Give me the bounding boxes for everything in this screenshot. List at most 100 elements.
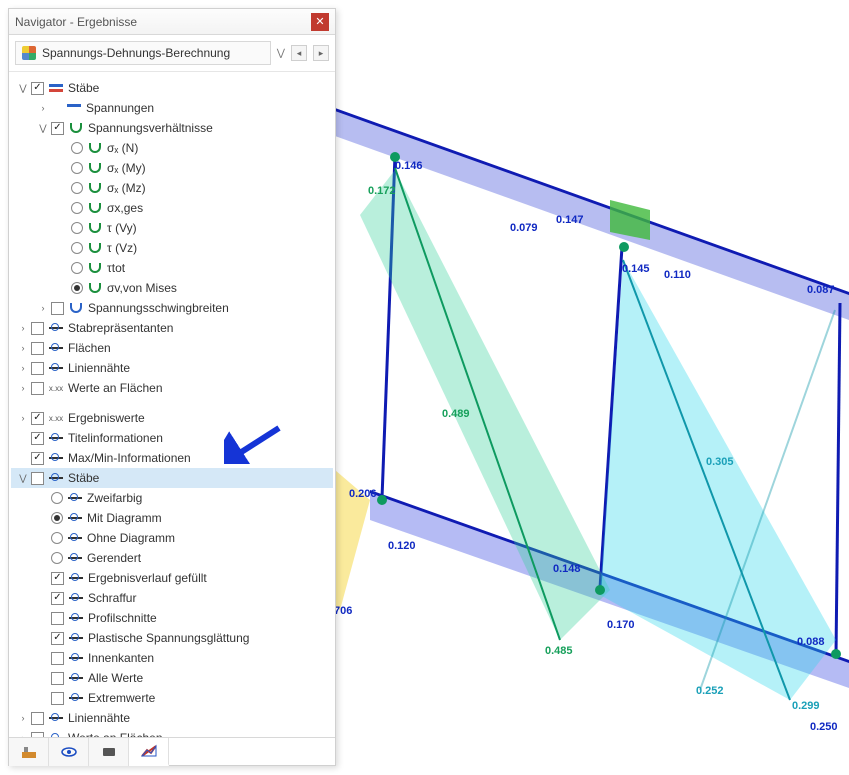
chevron-down-icon[interactable]: ⋁ <box>17 83 29 94</box>
checkbox[interactable] <box>31 412 44 425</box>
radio[interactable] <box>71 162 83 174</box>
result-value-label: 0.148 <box>553 563 581 575</box>
ratio-icon <box>68 121 84 135</box>
radio[interactable] <box>71 222 83 234</box>
checkbox[interactable] <box>51 122 64 135</box>
chevron-right-icon[interactable]: › <box>17 323 29 333</box>
checkbox[interactable] <box>51 592 64 605</box>
dropdown-caret-icon[interactable]: ⋁ <box>277 48 285 59</box>
tree-item-label: Ergebniswerte <box>68 411 333 425</box>
radio[interactable] <box>51 532 63 544</box>
radio[interactable] <box>71 202 83 214</box>
radio[interactable] <box>51 492 63 504</box>
radio[interactable] <box>71 142 83 154</box>
tree-item[interactable]: Alle Werte <box>11 668 333 688</box>
tree-item[interactable]: σx,ges <box>11 198 333 218</box>
tree-item[interactable]: τtot <box>11 258 333 278</box>
result-tree[interactable]: ⋁Stäbe›Spannungen⋁Spannungsverhältnisseσ… <box>9 72 335 737</box>
panel-close-button[interactable]: ✕ <box>311 13 329 31</box>
radio[interactable] <box>51 512 63 524</box>
tree-item-label: Spannungen <box>86 101 333 115</box>
chevron-right-icon[interactable]: › <box>17 413 29 423</box>
chevron-right-icon[interactable]: › <box>17 363 29 373</box>
tree-item[interactable]: Ohne Diagramm <box>11 528 333 548</box>
tree-item[interactable]: › Liniennähte <box>11 708 333 728</box>
radio[interactable] <box>71 182 83 194</box>
tree-item-label: σv,von Mises <box>107 281 333 295</box>
tree-item[interactable]: Mit Diagramm <box>11 508 333 528</box>
result-u-icon <box>87 141 103 155</box>
tree-item[interactable]: ›x.xxWerte an Flächen <box>11 378 333 398</box>
chevron-right-icon[interactable]: › <box>17 343 29 353</box>
radio[interactable] <box>71 242 83 254</box>
tree-item[interactable]: σv,von Mises <box>11 278 333 298</box>
chevron-right-icon[interactable]: › <box>17 383 29 393</box>
chevron-right-icon[interactable]: › <box>17 713 29 723</box>
checkbox[interactable] <box>31 362 44 375</box>
radio[interactable] <box>71 282 83 294</box>
next-button[interactable]: ▸ <box>313 45 329 61</box>
tree-item[interactable]: Max/Min-Informationen <box>11 448 333 468</box>
radio[interactable] <box>51 552 63 564</box>
checkbox[interactable] <box>51 672 64 685</box>
radio[interactable] <box>71 262 83 274</box>
tree-item[interactable]: σₓ (My) <box>11 158 333 178</box>
tree-item[interactable]: ⋁Stäbe <box>11 468 333 488</box>
chevron-down-icon[interactable]: ⋁ <box>17 473 29 484</box>
calc-type-dropdown[interactable]: Spannungs-Dehnungs-Berechnung <box>15 41 271 65</box>
tab-views-icon[interactable] <box>89 738 129 766</box>
checkbox[interactable] <box>31 472 44 485</box>
tree-item[interactable]: ›Werte an Flächen <box>11 728 333 737</box>
result-value-label: 0.146 <box>395 160 423 172</box>
tree-item[interactable]: Extremwerte <box>11 688 333 708</box>
checkbox[interactable] <box>31 432 44 445</box>
checkbox[interactable] <box>31 452 44 465</box>
checkbox[interactable] <box>31 382 44 395</box>
tree-item[interactable]: ⋁Stäbe <box>11 78 333 98</box>
checkbox[interactable] <box>51 692 64 705</box>
tree-item[interactable]: Schraffur <box>11 588 333 608</box>
checkbox[interactable] <box>31 82 44 95</box>
chevron-right-icon[interactable]: › <box>37 103 49 113</box>
checkbox[interactable] <box>51 572 64 585</box>
display-icon <box>67 531 83 545</box>
tree-item[interactable]: ›x.xxErgebniswerte <box>11 408 333 428</box>
tree-item[interactable]: ›Stabrepräsentanten <box>11 318 333 338</box>
checkbox[interactable] <box>51 302 64 315</box>
tree-item[interactable]: ⋁Spannungsverhältnisse <box>11 118 333 138</box>
display-icon <box>68 671 84 685</box>
tree-item[interactable]: Innenkanten <box>11 648 333 668</box>
tree-item[interactable]: σₓ (N) <box>11 138 333 158</box>
tree-item[interactable]: Zweifarbig <box>11 488 333 508</box>
tree-item-label: Liniennähte <box>68 711 333 725</box>
result-value-label: 706 <box>334 605 352 617</box>
tree-item[interactable]: › Spannungen <box>11 98 333 118</box>
checkbox[interactable] <box>31 322 44 335</box>
checkbox[interactable] <box>31 342 44 355</box>
tab-project-icon[interactable] <box>9 738 49 766</box>
tree-item[interactable]: Plastische Spannungsglättung <box>11 628 333 648</box>
display-icon <box>48 711 64 725</box>
tab-results-icon[interactable] <box>129 738 169 766</box>
checkbox[interactable] <box>51 652 64 665</box>
tree-item[interactable]: Profilschnitte <box>11 608 333 628</box>
tree-item[interactable]: σₓ (Mz) <box>11 178 333 198</box>
tree-item-label: Schraffur <box>88 591 333 605</box>
tree-item[interactable]: ›Liniennähte <box>11 358 333 378</box>
tree-item[interactable]: Ergebnisverlauf gefüllt <box>11 568 333 588</box>
panel-title: Navigator - Ergebnisse <box>15 15 137 29</box>
chevron-right-icon[interactable]: › <box>37 303 49 313</box>
tree-item[interactable]: τ (Vy) <box>11 218 333 238</box>
checkbox[interactable] <box>31 712 44 725</box>
chevron-down-icon[interactable]: ⋁ <box>37 123 49 134</box>
checkbox[interactable] <box>51 632 64 645</box>
tree-item[interactable]: Gerendert <box>11 548 333 568</box>
tab-display-icon[interactable] <box>49 738 89 766</box>
tree-item[interactable]: τ (Vz) <box>11 238 333 258</box>
tree-item[interactable]: ›Flächen <box>11 338 333 358</box>
tree-item-label: τ (Vy) <box>107 221 333 235</box>
tree-item[interactable]: ›Spannungsschwingbreiten <box>11 298 333 318</box>
tree-item[interactable]: Titelinformationen <box>11 428 333 448</box>
prev-button[interactable]: ◂ <box>291 45 307 61</box>
checkbox[interactable] <box>51 612 64 625</box>
